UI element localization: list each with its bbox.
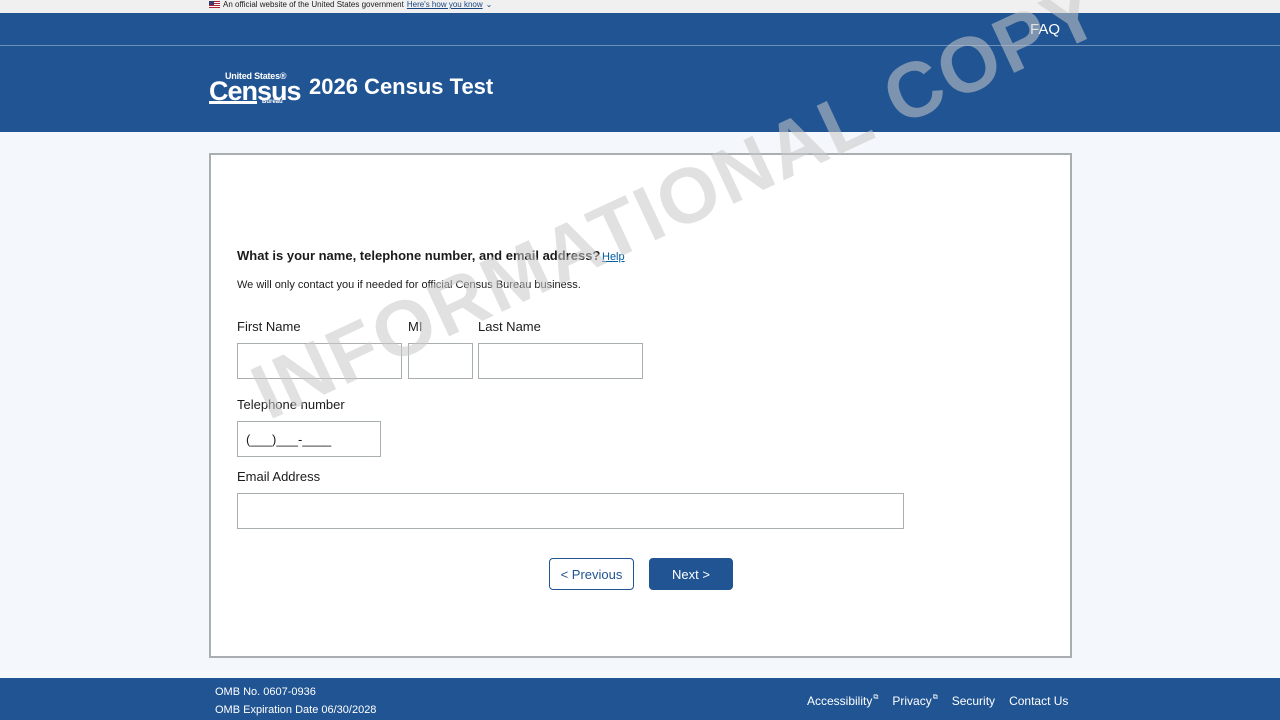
previous-button[interactable]: < Previous xyxy=(549,558,634,590)
official-banner: An official website of the United States… xyxy=(0,0,1280,13)
faq-link[interactable]: FAQ xyxy=(1030,21,1060,39)
privacy-label: Privacy xyxy=(892,694,932,708)
questionnaire-card: What is your name, telephone number, and… xyxy=(209,153,1072,658)
email-label: Email Address xyxy=(237,469,321,484)
heres-how-you-know-link[interactable]: Here's how you know xyxy=(407,0,483,9)
help-link[interactable]: Help xyxy=(602,250,625,264)
omb-expiration: OMB Expiration Date 06/30/2028 xyxy=(215,704,377,716)
footer-links: Accessibility ⧉ Privacy ⧉ Security Contact… xyxy=(807,694,1068,708)
middle-initial-label: MI xyxy=(408,319,423,334)
middle-initial-input[interactable] xyxy=(408,343,473,379)
last-name-input[interactable] xyxy=(478,343,643,379)
us-flag-icon xyxy=(209,1,220,8)
next-button[interactable]: Next > xyxy=(649,558,733,590)
first-name-input[interactable] xyxy=(237,343,402,379)
omb-number: OMB No. 0607-0936 xyxy=(215,686,316,698)
contact-note: We will only contact you if needed for o… xyxy=(237,279,581,291)
security-link[interactable]: Security xyxy=(952,694,995,708)
first-name-label: First Name xyxy=(237,319,301,334)
site-footer: OMB No. 0607-0936 OMB Expiration Date 06… xyxy=(0,678,1280,720)
chevron-down-icon[interactable]: ⌄ xyxy=(486,0,493,9)
logo-bureau: Bureau xyxy=(262,99,283,105)
external-link-icon: ⧉ xyxy=(873,694,879,701)
official-banner-text: An official website of the United States… xyxy=(223,0,404,9)
email-input[interactable] xyxy=(237,493,904,529)
logo-underline xyxy=(209,101,257,104)
site-title: 2026 Census Test xyxy=(309,74,494,99)
census-bureau-logo[interactable]: United States® Census Bureau xyxy=(209,72,302,108)
official-banner-content: An official website of the United States… xyxy=(209,0,492,9)
site-header: FAQ United States® Census Bureau 2026 Ce… xyxy=(0,13,1280,132)
question-heading: What is your name, telephone number, and… xyxy=(237,248,601,263)
header-divider xyxy=(0,45,1280,46)
accessibility-label: Accessibility xyxy=(807,694,873,708)
external-link-icon: ⧉ xyxy=(932,694,938,701)
telephone-label: Telephone number xyxy=(237,397,345,412)
contact-us-link[interactable]: Contact Us xyxy=(1009,694,1068,708)
privacy-link[interactable]: Privacy ⧉ xyxy=(892,694,937,708)
telephone-input[interactable] xyxy=(237,421,381,457)
last-name-label: Last Name xyxy=(478,319,541,334)
accessibility-link[interactable]: Accessibility ⧉ xyxy=(807,694,878,708)
